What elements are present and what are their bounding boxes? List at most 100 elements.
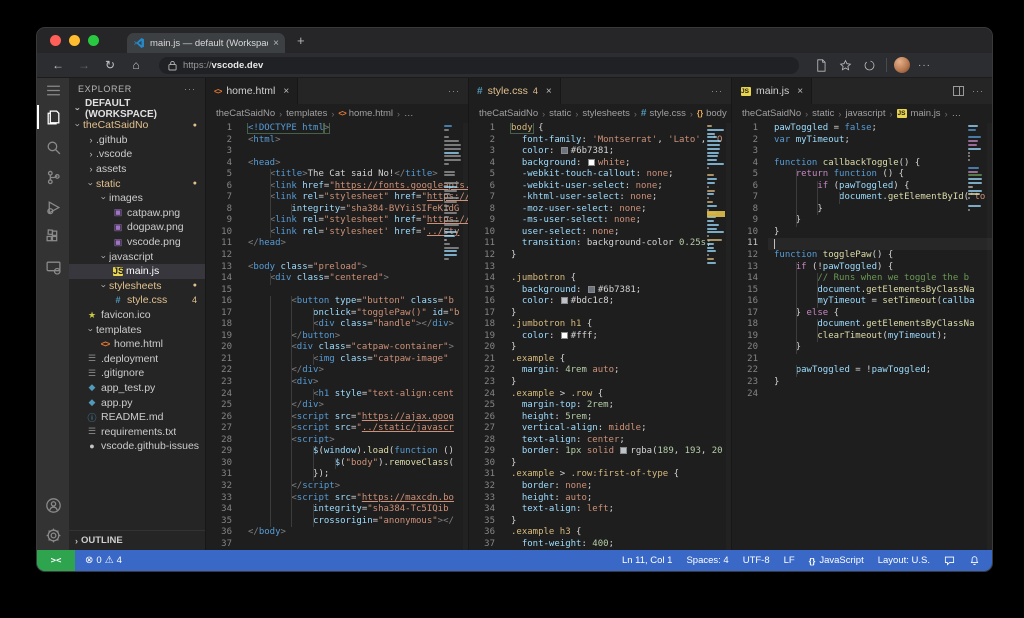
code-editor[interactable]: 1 2 3 4 5 6 7 8 9 10 11 12 13 14 15 16 17 18 19 20 21 22 23 24 2…	[469, 123, 731, 550]
code-line[interactable]: }	[768, 377, 992, 389]
code-line[interactable]: -webkit-user-select: none;	[505, 181, 731, 193]
code-line[interactable]: </script>	[242, 480, 468, 493]
breadcrumb-item[interactable]: …	[404, 108, 414, 119]
settings-gear-icon[interactable]	[37, 520, 69, 550]
code-line[interactable]: pawToggled = false;	[768, 123, 992, 135]
tree-item[interactable]: # style.css 4	[69, 293, 205, 308]
code-line[interactable]	[242, 285, 468, 297]
code-line[interactable]: }	[768, 203, 992, 216]
reload-icon[interactable]: ↻	[99, 58, 121, 72]
code-line[interactable]	[505, 262, 731, 274]
status-indentation[interactable]: Spaces: 4	[686, 555, 728, 566]
code-line[interactable]	[242, 539, 468, 550]
code-line[interactable]: function togglePaw() {	[768, 250, 992, 262]
code-line[interactable]: font-weight: 400;	[505, 539, 731, 550]
code-line[interactable]: color: #fff;	[505, 331, 731, 343]
code-line[interactable]: .example > .row {	[505, 389, 731, 401]
status-eol[interactable]: LF	[784, 555, 795, 566]
code-line[interactable]: background: #6b7381;	[505, 285, 731, 297]
tree-item[interactable]: JS main.js	[69, 263, 205, 279]
code-line[interactable]: color: #bdc1c8;	[505, 296, 731, 308]
breadcrumb-item[interactable]: static	[812, 108, 834, 119]
status-language[interactable]: {} JavaScript	[809, 555, 864, 566]
code-line[interactable]: transition: background-color 0.25s;	[505, 238, 731, 250]
breadcrumb-item[interactable]: {} body	[697, 108, 727, 119]
code-line[interactable]: <!DOCTYPE html>	[242, 123, 468, 135]
close-icon[interactable]: ×	[283, 86, 289, 97]
zoom-window-button[interactable]	[88, 35, 99, 46]
minimize-window-button[interactable]	[69, 35, 80, 46]
status-encoding[interactable]: UTF-8	[743, 555, 770, 566]
page-actions-icon[interactable]	[811, 58, 831, 72]
editor-tab-main.js[interactable]: JS main.js ×	[732, 78, 813, 104]
close-window-button[interactable]	[50, 35, 61, 46]
code-line[interactable]: <button type="button" class="b	[242, 296, 468, 308]
tree-item[interactable]: › assets	[69, 162, 205, 177]
code-line[interactable]: user-select: none;	[505, 227, 731, 239]
back-icon[interactable]: ←	[47, 58, 69, 72]
code-line[interactable]: }	[505, 377, 731, 389]
explorer-icon[interactable]	[37, 102, 69, 132]
code-line[interactable]: text-align: left;	[505, 504, 731, 516]
explorer-more-actions-icon[interactable]: ···	[184, 84, 196, 94]
code-line[interactable]: text-align: center;	[505, 435, 731, 447]
breadcrumb-item[interactable]: # style.css	[641, 108, 686, 119]
code-line[interactable]	[242, 250, 468, 262]
breadcrumb-item[interactable]: theCatSaidNo	[216, 108, 275, 119]
code-line[interactable]: -ms-user-select: none;	[505, 215, 731, 227]
code-line[interactable]: color: #6b7381;	[505, 146, 731, 158]
code-line[interactable]	[768, 146, 992, 158]
code-line[interactable]: }	[505, 342, 731, 354]
code-line[interactable]: }	[768, 215, 992, 227]
editor-tab-home.html[interactable]: <> home.html ×	[206, 78, 299, 104]
code-editor[interactable]: 1 2 3 4 5 6 7 8 9 10 11 12 13 14 15 16 17 18 19 20 21 22 23 24 p…	[732, 123, 992, 550]
code-line[interactable]: border: 1px solid rgba(189, 193, 20	[505, 446, 731, 458]
code-line[interactable]: <link rel='stylesheet' href='../sty	[242, 226, 468, 239]
code-line[interactable]: vertical-align: middle;	[505, 423, 731, 435]
code-line[interactable]: body {	[505, 123, 731, 135]
profile-avatar[interactable]	[894, 57, 910, 73]
code-line[interactable]: -moz-user-select: none;	[505, 204, 731, 216]
minimap[interactable]	[968, 125, 986, 550]
code-line[interactable]	[768, 238, 992, 251]
outline-section-header[interactable]: › OUTLINE	[69, 530, 205, 550]
editor-tab-style.css[interactable]: # style.css 4 ×	[469, 78, 561, 104]
code-line[interactable]: crossorigin="anonymous"></	[242, 515, 468, 528]
code-line[interactable]: .example h3 {	[505, 527, 731, 539]
breadcrumb-item[interactable]: <> home.html	[338, 108, 393, 119]
new-tab-button[interactable]: +	[297, 34, 305, 47]
more-actions-icon[interactable]: ···	[711, 86, 723, 96]
close-icon[interactable]: ×	[797, 86, 803, 97]
code-line[interactable]: .example {	[505, 354, 731, 366]
code-line[interactable]: }	[505, 308, 731, 320]
code-line[interactable]	[768, 389, 992, 401]
tree-item[interactable]: ★ favicon.ico	[69, 308, 205, 323]
code-line[interactable]: -khtml-user-select: none;	[505, 192, 731, 204]
tree-item[interactable]: ▣ dogpaw.png	[69, 220, 205, 235]
code-line[interactable]: <div class="handle"></div>	[242, 319, 468, 331]
breadcrumb[interactable]: theCatSaidNo › static › javascript › JS main.js…	[732, 104, 992, 123]
code-line[interactable]: .example > .row:first-of-type {	[505, 469, 731, 481]
code-line[interactable]: <script src="../static/javascr	[242, 423, 468, 435]
code-line[interactable]: document.getElementsByClassNa	[768, 284, 992, 297]
menu-icon[interactable]	[37, 78, 69, 102]
code-line[interactable]: <title>The Cat said No!</title>	[242, 169, 468, 181]
home-icon[interactable]: ⌂	[125, 58, 147, 72]
code-line[interactable]: <div>	[242, 377, 468, 389]
status-cursor-position[interactable]: Ln 11, Col 1	[622, 555, 673, 566]
tree-item[interactable]: › theCatSaidNo ●	[69, 118, 205, 133]
code-line[interactable]: $("body").removeClass(	[242, 457, 468, 470]
code-line[interactable]: <link rel="stylesheet" href="https://st	[242, 215, 468, 227]
code-line[interactable]: }	[768, 342, 992, 354]
tree-item[interactable]: ◆ app_test.py	[69, 381, 205, 396]
code-line[interactable]: return function () {	[768, 169, 992, 181]
code-line[interactable]: <script src="https://ajax.goog	[242, 411, 468, 424]
code-line[interactable]: integrity="sha384-Tc5IQib	[242, 504, 468, 516]
more-actions-icon[interactable]: ···	[448, 86, 460, 96]
code-line[interactable]: <script>	[242, 434, 468, 447]
breadcrumb-item[interactable]: templates	[286, 108, 327, 119]
breadcrumb-item[interactable]: JS main.js	[896, 108, 941, 119]
code-line[interactable]: });	[242, 469, 468, 481]
code-line[interactable]: var myTimeout;	[768, 135, 992, 147]
tree-item[interactable]: › static ●	[69, 176, 205, 191]
